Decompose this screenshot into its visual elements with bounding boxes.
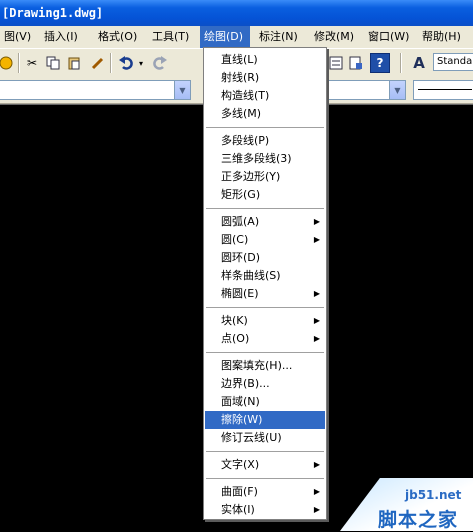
submenu-arrow-icon: ▶ bbox=[313, 316, 320, 325]
menu-item-label: 三维多段线(3) bbox=[221, 152, 292, 165]
menu-item-label: 射线(R) bbox=[221, 71, 260, 84]
undo-dropdown-icon[interactable]: ▾ bbox=[136, 53, 146, 73]
menu-item-label: 样条曲线(S) bbox=[221, 269, 281, 282]
color-combo[interactable]: ▼ bbox=[326, 80, 406, 100]
submenu-arrow-icon: ▶ bbox=[313, 334, 320, 343]
submenu-arrow-icon: ▶ bbox=[313, 289, 320, 298]
undo-icon[interactable] bbox=[116, 53, 136, 73]
globe-icon[interactable] bbox=[0, 53, 16, 73]
draw-menu-item[interactable]: 多段线(P) bbox=[205, 132, 325, 150]
menu-item-label: 图案填充(H)... bbox=[221, 359, 293, 372]
copy-icon[interactable] bbox=[43, 53, 63, 73]
watermark-text: 脚本之家 bbox=[378, 509, 459, 531]
draw-menu-item[interactable]: 块(K) ▶ bbox=[205, 312, 325, 330]
menu-separator bbox=[206, 478, 324, 479]
draw-menu-item[interactable]: 擦除(W) bbox=[205, 411, 325, 429]
menu-item-label: 擦除(W) bbox=[221, 413, 263, 426]
menu-item-label: 矩形(G) bbox=[221, 188, 261, 201]
chevron-down-icon[interactable]: ▼ bbox=[389, 81, 405, 99]
draw-menu-item[interactable]: 正多边形(Y) bbox=[205, 168, 325, 186]
paste-icon[interactable] bbox=[64, 53, 84, 73]
menu-item-label: 圆(C) bbox=[221, 233, 249, 246]
linetype-preview bbox=[418, 89, 472, 90]
draw-menu-item[interactable]: 样条曲线(S) bbox=[205, 267, 325, 285]
toolbar-separator bbox=[400, 53, 402, 73]
submenu-arrow-icon: ▶ bbox=[313, 217, 320, 226]
design-center-icon[interactable] bbox=[346, 53, 366, 73]
submenu-arrow-icon: ▶ bbox=[313, 460, 320, 469]
linetype-combo[interactable] bbox=[413, 80, 473, 100]
menu-item-label: 曲面(F) bbox=[221, 485, 258, 498]
draw-menu-item[interactable]: 圆(C) ▶ bbox=[205, 231, 325, 249]
menu-item-label: 实体(I) bbox=[221, 503, 255, 516]
draw-menu-item[interactable]: 曲面(F) ▶ bbox=[205, 483, 325, 501]
draw-menu-item[interactable]: 面域(N) bbox=[205, 393, 325, 411]
menu-item-label: 椭圆(E) bbox=[221, 287, 259, 300]
toolbar-separator bbox=[18, 53, 20, 73]
menu-item-7[interactable]: 窗口(W) bbox=[364, 26, 412, 48]
menu-item-4[interactable]: 绘图(D) bbox=[200, 26, 250, 48]
menu-item-label: 文字(X) bbox=[221, 458, 260, 471]
menu-item-label: 修订云线(U) bbox=[221, 431, 282, 444]
menu-item-label: 多线(M) bbox=[221, 107, 262, 120]
draw-menu-dropdown: 直线(L) 射线(R) 构造线(T) 多线(M) 多段线(P) 三维多段线(3) 正多边形(… bbox=[203, 47, 327, 520]
draw-menu-item[interactable]: 构造线(T) bbox=[205, 87, 325, 105]
menu-separator bbox=[206, 451, 324, 452]
watermark-url: jb51.net bbox=[405, 488, 462, 502]
menu-item-label: 多段线(P) bbox=[221, 134, 270, 147]
menu-item-label: 边界(B)... bbox=[221, 377, 270, 390]
menu-item-label: 面域(N) bbox=[221, 395, 260, 408]
menu-item-1[interactable]: 插入(I) bbox=[40, 26, 88, 48]
window-title: [Drawing1.dwg] bbox=[0, 0, 473, 26]
draw-menu-item[interactable]: 实体(I) ▶ bbox=[205, 501, 325, 519]
menu-item-label: 圆环(D) bbox=[221, 251, 261, 264]
chevron-down-icon[interactable]: ▼ bbox=[174, 81, 190, 99]
submenu-arrow-icon: ▶ bbox=[313, 505, 320, 514]
match-properties-icon[interactable] bbox=[88, 53, 108, 73]
menu-item-3[interactable]: 工具(T) bbox=[148, 26, 196, 48]
redo-icon[interactable] bbox=[150, 53, 170, 73]
menu-separator bbox=[206, 307, 324, 308]
draw-menu-item[interactable]: 修订云线(U) bbox=[205, 429, 325, 447]
draw-menu-item[interactable]: 圆环(D) bbox=[205, 249, 325, 267]
layer-properties-icon[interactable] bbox=[326, 53, 346, 73]
menu-item-label: 直线(L) bbox=[221, 53, 258, 66]
menu-item-5[interactable]: 标注(N) bbox=[255, 26, 303, 48]
help-icon[interactable]: ? bbox=[370, 53, 390, 73]
submenu-arrow-icon: ▶ bbox=[313, 235, 320, 244]
draw-menu-item[interactable]: 边界(B)... bbox=[205, 375, 325, 393]
menu-item-label: 点(O) bbox=[221, 332, 250, 345]
draw-menu-item[interactable]: 图案填充(H)... bbox=[205, 357, 325, 375]
menu-item-2[interactable]: 格式(O) bbox=[94, 26, 142, 48]
menu-item-label: 构造线(T) bbox=[221, 89, 270, 102]
draw-menu-item[interactable]: 多线(M) bbox=[205, 105, 325, 123]
menu-item-label: 正多边形(Y) bbox=[221, 170, 281, 183]
menu-separator bbox=[206, 352, 324, 353]
draw-menu-item[interactable]: 三维多段线(3) bbox=[205, 150, 325, 168]
draw-menu-item[interactable]: 点(O) ▶ bbox=[205, 330, 325, 348]
menu-separator bbox=[206, 127, 324, 128]
menu-item-label: 圆弧(A) bbox=[221, 215, 260, 228]
draw-menu-item[interactable]: 矩形(G) bbox=[205, 186, 325, 204]
menu-item-6[interactable]: 修改(M) bbox=[310, 26, 358, 48]
text-style-select[interactable]: Standa bbox=[433, 53, 473, 71]
draw-menu-item[interactable]: 射线(R) bbox=[205, 69, 325, 87]
draw-menu-item[interactable]: 椭圆(E) ▶ bbox=[205, 285, 325, 303]
submenu-arrow-icon: ▶ bbox=[313, 487, 320, 496]
draw-menu-item[interactable]: 圆弧(A) ▶ bbox=[205, 213, 325, 231]
cut-icon[interactable]: ✂ bbox=[22, 53, 42, 73]
draw-menu-item[interactable]: 直线(L) bbox=[205, 51, 325, 69]
draw-menu-item[interactable]: 文字(X) ▶ bbox=[205, 456, 325, 474]
menu-item-0[interactable]: 图(V) bbox=[0, 26, 38, 48]
text-style-icon[interactable]: A bbox=[409, 53, 429, 73]
menu-item-8[interactable]: 帮助(H) bbox=[418, 26, 473, 48]
menu-bar: 图(V) 插入(I) 格式(O) 工具(T) 绘图(D) 标注(N) 修改(M) 窗口(W) 帮… bbox=[0, 26, 473, 48]
menu-separator bbox=[206, 208, 324, 209]
menu-item-label: 块(K) bbox=[221, 314, 248, 327]
toolbar-separator bbox=[110, 53, 112, 73]
layer-combo[interactable]: ▼ bbox=[0, 80, 191, 100]
